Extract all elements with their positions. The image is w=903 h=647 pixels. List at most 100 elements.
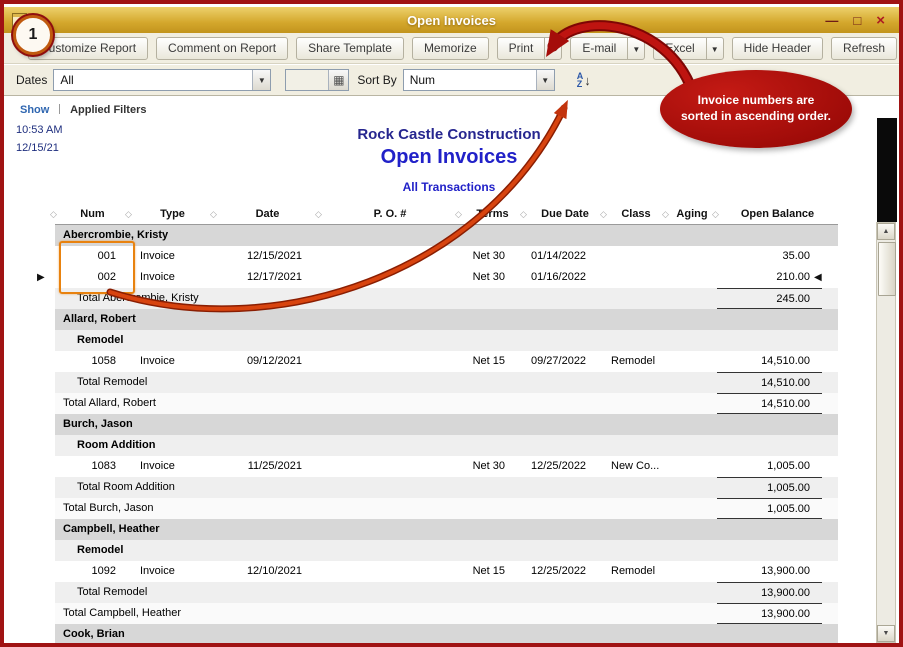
print-dropdown-button[interactable]: ▼ (544, 37, 562, 60)
cell-cls[interactable] (605, 267, 667, 288)
cell-type[interactable]: Invoice (130, 561, 215, 582)
column-resize-diamond-icon[interactable]: ◇ (520, 207, 527, 221)
column-resize-diamond-icon[interactable]: ◇ (50, 207, 57, 221)
column-header-terms: ◇ Terms (460, 204, 525, 224)
cell-balance[interactable]: 35.00 (717, 246, 838, 267)
cell-date[interactable]: 12/10/2021 (215, 561, 320, 582)
group-label: Remodel (55, 330, 838, 351)
dates-dropdown[interactable]: All ▼ (53, 69, 271, 91)
column-header-label: Aging (676, 208, 707, 220)
column-resize-diamond-icon[interactable]: ◇ (712, 207, 719, 221)
cell-num[interactable]: 1083 (55, 456, 130, 477)
group-label: Burch, Jason (55, 414, 838, 435)
cell-aging[interactable] (667, 246, 717, 267)
scroll-up-button[interactable]: ▲ (877, 223, 895, 240)
sortby-dropdown[interactable]: Num ▼ (403, 69, 555, 91)
cell-po[interactable] (320, 267, 460, 288)
scrollbar-thumb[interactable] (878, 242, 896, 296)
group-label: Cook, Brian (55, 624, 838, 645)
invoice-row[interactable]: 002Invoice12/17/2021Net 3001/16/2022210.… (55, 267, 838, 288)
cell-type[interactable]: Invoice (130, 351, 215, 372)
cell-po[interactable] (320, 561, 460, 582)
column-header-type: ◇Type (130, 204, 215, 224)
email-dropdown-button[interactable]: ▼ (627, 37, 645, 60)
column-resize-diamond-icon[interactable]: ◇ (455, 207, 462, 221)
cell-cls[interactable]: Remodel (605, 351, 667, 372)
cell-date[interactable]: 12/15/2021 (215, 246, 320, 267)
sort-z-letter: Z (577, 80, 584, 88)
cell-po[interactable] (320, 351, 460, 372)
column-resize-diamond-icon[interactable]: ◇ (600, 207, 607, 221)
email-button[interactable]: E-mail (570, 37, 627, 60)
cell-num[interactable]: 1092 (55, 561, 130, 582)
window-controls: — □ × (825, 14, 899, 27)
memorize-button[interactable]: Memorize (412, 37, 489, 60)
cell-date[interactable]: 11/25/2021 (215, 456, 320, 477)
column-resize-diamond-icon[interactable]: ◇ (125, 207, 132, 221)
cell-due[interactable]: 12/25/2022 (525, 456, 605, 477)
invoice-row[interactable]: 1083Invoice11/25/2021 Net 3012/25/2022New… (55, 456, 838, 477)
cell-balance[interactable]: 13,900.00 (717, 561, 838, 582)
excel-button[interactable]: Excel (653, 37, 705, 60)
customer-group-row: Abercrombie, Kristy (55, 225, 838, 246)
close-button[interactable]: × (876, 14, 885, 27)
cell-num[interactable]: 1058 (55, 351, 130, 372)
maximize-button[interactable]: □ (853, 14, 861, 27)
column-resize-diamond-icon[interactable]: ◇ (210, 207, 217, 221)
excel-dropdown-button[interactable]: ▼ (706, 37, 724, 60)
cell-due[interactable]: 01/16/2022 (525, 267, 605, 288)
calendar-icon[interactable]: ▦ (328, 70, 348, 90)
cell-terms[interactable]: Net 30 (460, 267, 525, 288)
job-group-row: Room Addition (55, 435, 838, 456)
applied-filters-link[interactable]: Applied Filters (70, 104, 146, 116)
print-button[interactable]: Print (497, 37, 545, 60)
share-template-button[interactable]: Share Template (296, 37, 404, 60)
cell-cls[interactable] (605, 246, 667, 267)
cell-terms[interactable]: Net 15 (460, 351, 525, 372)
cell-terms[interactable]: Net 30 (460, 456, 525, 477)
minimize-button[interactable]: — (825, 14, 838, 27)
filters-divider (59, 104, 60, 114)
cell-type[interactable]: Invoice (130, 267, 215, 288)
cell-due[interactable]: 01/14/2022 (525, 246, 605, 267)
sort-ascending-button[interactable]: AZ ↓ (573, 70, 595, 90)
window-titlebar: Open Invoices — □ × (4, 7, 899, 34)
hide-header-button[interactable]: Hide Header (732, 37, 823, 60)
cell-date[interactable]: 12/17/2021 (215, 267, 320, 288)
cell-due[interactable]: 09/27/2022 (525, 351, 605, 372)
cell-date[interactable]: 09/12/2021 (215, 351, 320, 372)
column-resize-diamond-icon[interactable]: ◇ (662, 207, 669, 221)
grand-total-row: Total Burch, Jason1,005.00 (55, 498, 838, 519)
cell-po[interactable] (320, 246, 460, 267)
cell-aging[interactable] (667, 351, 717, 372)
cell-aging[interactable] (667, 267, 717, 288)
column-resize-diamond-icon[interactable]: ◇ (315, 207, 322, 221)
column-header-cls: ◇Class (605, 204, 667, 224)
date-input[interactable]: ▦ (285, 69, 349, 91)
cell-terms[interactable]: Net 15 (460, 561, 525, 582)
group-label: Room Addition (55, 435, 838, 456)
dropdown-arrow-button[interactable]: ▼ (536, 70, 554, 90)
comment-on-report-button[interactable]: Comment on Report (156, 37, 288, 60)
scroll-down-button[interactable]: ▼ (877, 625, 895, 642)
cell-aging[interactable] (667, 456, 717, 477)
cell-balance[interactable]: 1,005.00 (717, 456, 838, 477)
show-filters-link[interactable]: Show (20, 104, 49, 116)
cell-due[interactable]: 12/25/2022 (525, 561, 605, 582)
column-header-label: Terms (476, 208, 508, 220)
vertical-scrollbar[interactable]: ▲ ▼ (876, 222, 896, 643)
date-input-value (286, 70, 328, 90)
cell-po[interactable] (320, 456, 460, 477)
refresh-button[interactable]: Refresh (831, 37, 897, 60)
dropdown-arrow-button[interactable]: ▼ (252, 70, 270, 90)
invoice-row[interactable]: 1058Invoice09/12/2021 Net 1509/27/2022Rem… (55, 351, 838, 372)
invoice-row[interactable]: 1092Invoice12/10/2021 Net 1512/25/2022Rem… (55, 561, 838, 582)
cell-aging[interactable] (667, 561, 717, 582)
cell-terms[interactable]: Net 30 (460, 246, 525, 267)
cell-cls[interactable]: Remodel (605, 561, 667, 582)
cell-type[interactable]: Invoice (130, 456, 215, 477)
cell-balance[interactable]: 14,510.00 (717, 351, 838, 372)
invoice-row[interactable]: 001Invoice12/15/2021Net 3001/14/202235.0… (55, 246, 838, 267)
cell-cls[interactable]: New Co... (605, 456, 667, 477)
cell-type[interactable]: Invoice (130, 246, 215, 267)
